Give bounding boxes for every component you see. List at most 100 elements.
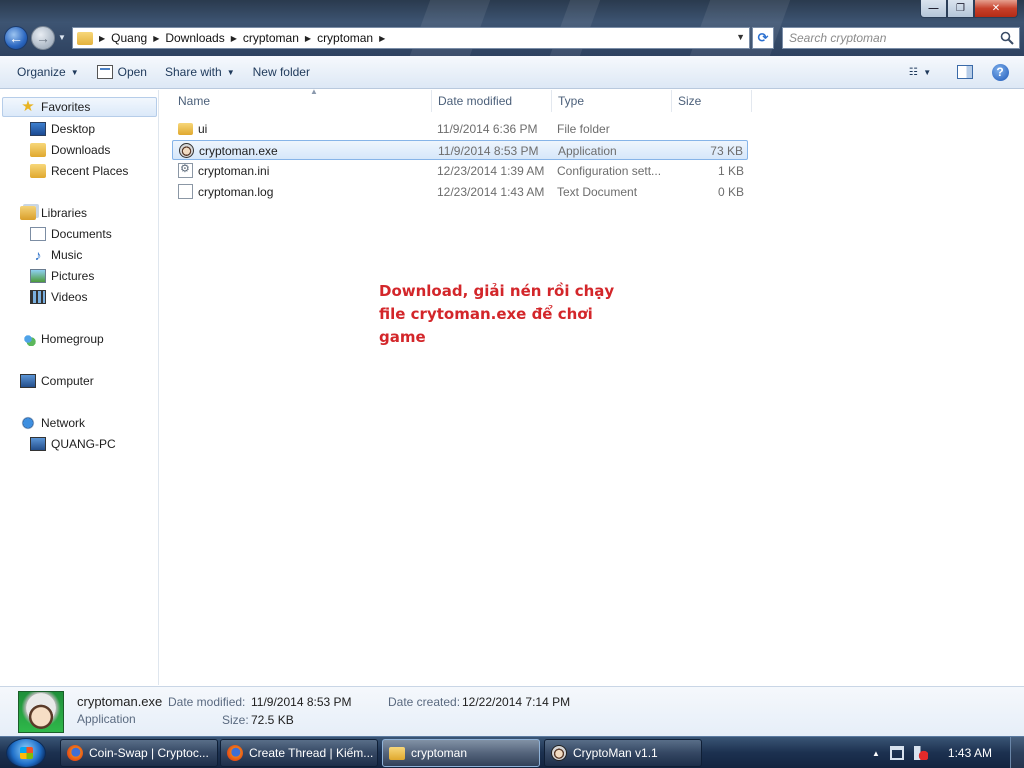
nav-desktop[interactable]: Desktop <box>30 119 95 139</box>
task-label: Create Thread | Kiếm... <box>249 746 374 760</box>
file-name: cryptoman.log <box>198 185 274 199</box>
details-created-label: Date created: <box>388 695 461 709</box>
help-button[interactable]: ? <box>990 62 1010 82</box>
minimize-button[interactable]: — <box>920 0 947 18</box>
organize-label: Organize <box>17 65 66 79</box>
address-bar[interactable]: ▶ Quang ▶ Downloads ▶ cryptoman ▶ crypto… <box>72 27 750 49</box>
column-header-name[interactable]: Name ▲ <box>172 87 432 112</box>
nav-downloads[interactable]: Downloads <box>30 140 110 160</box>
libraries-icon <box>20 206 36 220</box>
table-row[interactable]: cryptoman.exe 11/9/2014 8:53 PM Applicat… <box>172 140 748 160</box>
file-type: File folder <box>557 122 610 136</box>
breadcrumb-downloads[interactable]: Downloads <box>165 31 224 45</box>
downloads-folder-icon <box>30 143 46 157</box>
homegroup-icon <box>20 332 36 346</box>
start-button[interactable] <box>6 738 46 768</box>
breadcrumb-cryptoman[interactable]: cryptoman <box>243 31 299 45</box>
caret-down-icon: ▼ <box>70 67 79 77</box>
search-input[interactable] <box>789 31 989 45</box>
taskbar-cryptoman-game[interactable]: CryptoMan v1.1 <box>544 739 702 767</box>
command-bar: Organize ▼ Open Share with ▼ New folder <box>0 56 1024 89</box>
nav-label: Libraries <box>41 206 88 220</box>
details-size-value: 72.5 KB <box>251 713 294 727</box>
volume-muted-icon[interactable] <box>913 746 928 760</box>
recent-pages-dropdown[interactable]: ▼ <box>58 33 66 42</box>
new-folder-button[interactable]: New folder <box>244 60 319 84</box>
breadcrumb-cryptoman-current[interactable]: cryptoman <box>317 31 373 45</box>
nav-network[interactable]: Network <box>20 413 85 433</box>
nav-label: Pictures <box>51 269 95 283</box>
show-desktop-button[interactable] <box>1010 737 1024 768</box>
column-label: Type <box>558 94 585 108</box>
network-status-icon[interactable] <box>889 746 904 760</box>
firefox-icon <box>227 745 243 761</box>
share-with-button[interactable]: Share with ▼ <box>156 60 244 84</box>
preview-pane-icon <box>957 65 973 79</box>
column-header-date[interactable]: Date modified <box>432 90 552 112</box>
table-row[interactable]: cryptoman.log 12/23/2014 1:43 AM Text Do… <box>172 182 748 202</box>
nav-pictures[interactable]: Pictures <box>30 266 94 286</box>
nav-label: Network <box>41 416 86 430</box>
file-type: Text Document <box>557 185 638 199</box>
nav-videos[interactable]: Videos <box>30 287 87 307</box>
film-icon <box>30 290 46 304</box>
caret-down-icon: ▼ <box>923 67 932 77</box>
close-button[interactable]: ✕ <box>974 0 1018 18</box>
column-header-type[interactable]: Type <box>552 90 672 112</box>
table-row[interactable]: ui 11/9/2014 6:36 PM File folder <box>172 119 748 139</box>
organize-button[interactable]: Organize ▼ <box>8 60 88 84</box>
nav-homegroup[interactable]: Homegroup <box>20 329 104 349</box>
column-header-size[interactable]: Size <box>672 90 752 112</box>
nav-label: Documents <box>51 227 112 241</box>
preview-pane-button[interactable] <box>955 62 975 82</box>
chevron-right-icon[interactable]: ▶ <box>99 34 105 43</box>
taskbar-firefox-coin-swap[interactable]: Coin-Swap | Cryptoc... <box>60 739 218 767</box>
documents-icon <box>30 227 46 241</box>
nav-libraries[interactable]: Libraries <box>20 203 87 223</box>
file-size: 73 KB <box>710 144 743 158</box>
search-icon[interactable] <box>1000 31 1014 45</box>
nav-recent-places[interactable]: Recent Places <box>30 161 128 181</box>
file-list: Name ▲ Date modified Type Size ui 11/9/2… <box>160 87 1024 685</box>
caret-down-icon: ▼ <box>226 67 235 77</box>
navigation-pane: ★ Favorites Desktop Downloads Recent Pla… <box>0 90 159 685</box>
file-name: cryptoman.ini <box>198 164 270 178</box>
chevron-right-icon[interactable]: ▶ <box>153 34 159 43</box>
change-view-button[interactable]: ☷ ▼ <box>900 62 940 82</box>
task-label: cryptoman <box>411 746 468 760</box>
chevron-right-icon[interactable]: ▶ <box>305 34 311 43</box>
address-history-dropdown[interactable]: ▼ <box>736 32 745 42</box>
taskbar: Coin-Swap | Cryptoc... Create Thread | K… <box>0 736 1024 768</box>
file-date: 12/23/2014 1:39 AM <box>437 164 545 178</box>
nav-favorites[interactable]: ★ Favorites <box>2 97 157 117</box>
search-box[interactable] <box>782 27 1020 49</box>
nav-computer[interactable]: Computer <box>20 371 94 391</box>
nav-quang-pc[interactable]: QUANG-PC <box>30 434 116 454</box>
table-row[interactable]: cryptoman.ini 12/23/2014 1:39 AM Configu… <box>172 161 748 181</box>
chevron-right-icon[interactable]: ▶ <box>379 34 385 43</box>
details-modified-label: Date modified: <box>168 695 246 709</box>
show-hidden-icons-button[interactable]: ▲ <box>872 749 880 758</box>
cryptoman-app-icon <box>179 143 194 158</box>
details-file-name: cryptoman.exe <box>77 694 163 709</box>
nav-label: Favorites <box>41 100 91 114</box>
taskbar-firefox-create-thread[interactable]: Create Thread | Kiếm... <box>220 739 378 767</box>
taskbar-explorer-cryptoman[interactable]: cryptoman <box>382 739 540 767</box>
open-label: Open <box>117 65 147 79</box>
music-note-icon: ♪ <box>34 247 42 263</box>
pc-icon <box>30 437 46 451</box>
maximize-button[interactable]: ❐ <box>947 0 974 18</box>
file-date: 12/23/2014 1:43 AM <box>437 185 545 199</box>
clock[interactable]: 1:43 AM <box>948 746 992 760</box>
refresh-button[interactable]: ⟳ <box>752 27 774 49</box>
chevron-right-icon[interactable]: ▶ <box>231 34 237 43</box>
nav-music[interactable]: ♪ Music <box>30 245 83 265</box>
back-button[interactable]: ← <box>4 26 28 50</box>
nav-documents[interactable]: Documents <box>30 224 112 244</box>
breadcrumb-quang[interactable]: Quang <box>111 31 147 45</box>
forward-button[interactable]: → <box>31 26 55 50</box>
details-pane: cryptoman.exe Application Date modified:… <box>0 686 1024 736</box>
pictures-icon <box>30 269 46 283</box>
system-tray: ▲ 1:43 AM <box>862 737 1024 768</box>
open-button[interactable]: Open <box>88 60 156 84</box>
